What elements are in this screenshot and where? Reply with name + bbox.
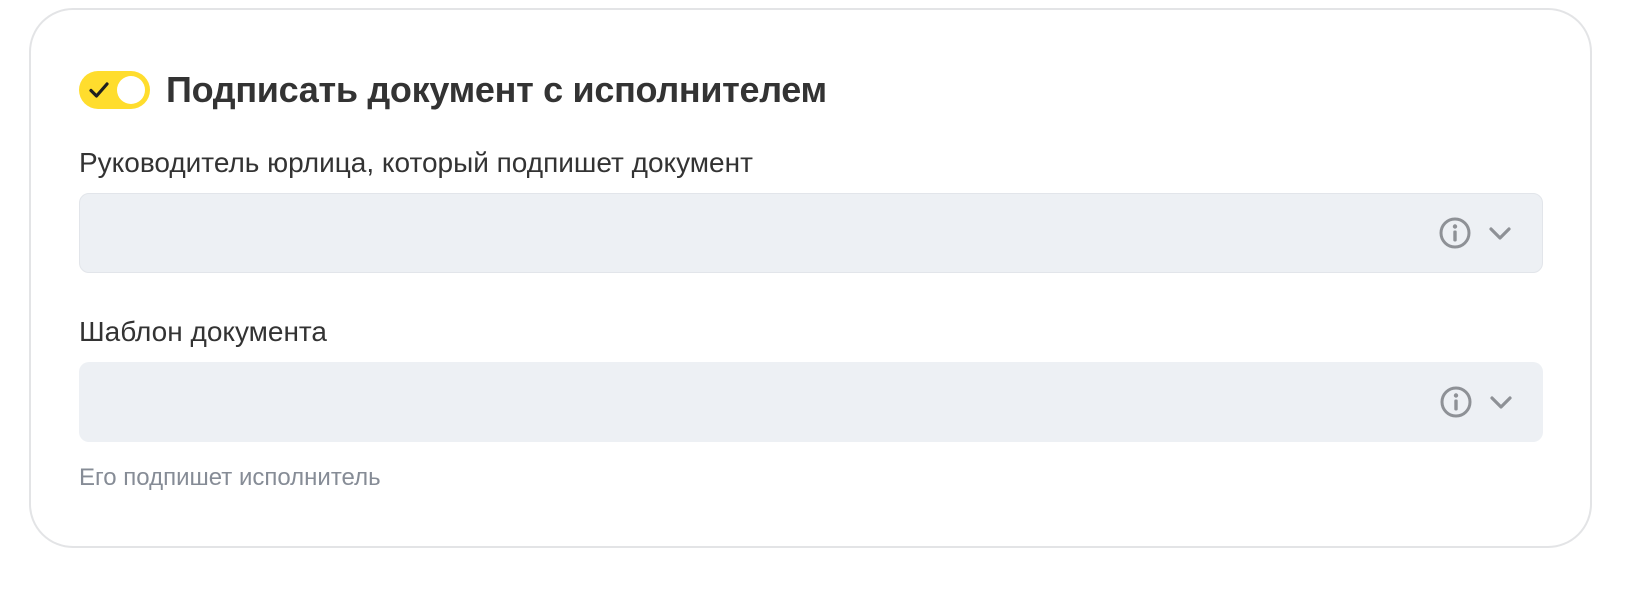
info-icon[interactable] (1438, 216, 1472, 250)
template-select[interactable] (79, 362, 1543, 442)
section-title: Подписать документ с исполнителем (166, 69, 827, 110)
signer-select-icons (1438, 194, 1514, 272)
chevron-down-icon[interactable] (1486, 219, 1514, 247)
chevron-down-icon[interactable] (1487, 388, 1515, 416)
template-select-icons (1439, 362, 1515, 442)
signer-select[interactable] (79, 193, 1543, 273)
template-hint: Его подпишет исполнитель (79, 464, 381, 491)
template-field-label: Шаблон документа (79, 316, 328, 347)
sign-document-toggle[interactable] (79, 71, 150, 109)
info-icon[interactable] (1439, 385, 1473, 419)
signer-field-label: Руководитель юрлица, который подпишет до… (79, 147, 753, 178)
toggle-knob (117, 76, 145, 104)
card-header: Подписать документ с исполнителем (79, 69, 827, 111)
sign-document-card: Подписать документ с исполнителем Руково… (29, 8, 1592, 548)
check-icon (89, 82, 109, 98)
